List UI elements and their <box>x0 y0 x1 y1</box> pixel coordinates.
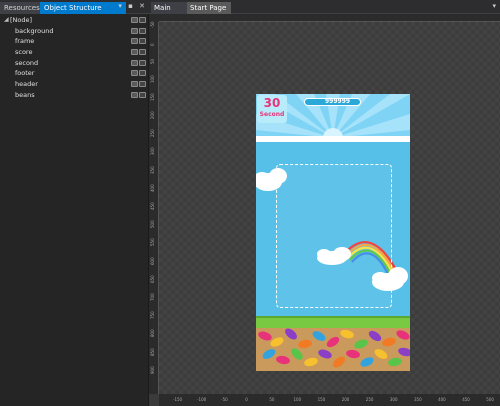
lock-icon[interactable] <box>139 81 146 88</box>
render-canvas[interactable]: 30 Second 999999 <box>159 22 500 394</box>
ruler-tick-label: -150 <box>173 397 183 402</box>
ruler-tick-label: 600 <box>150 256 155 265</box>
game-preview[interactable]: 30 Second 999999 <box>256 94 410 371</box>
ruler-tick-label: 250 <box>365 397 374 402</box>
tree-item-footer[interactable]: footer <box>0 68 149 79</box>
tab-resources[interactable]: Resources <box>0 2 40 14</box>
ruler-tick-label: -100 <box>197 397 207 402</box>
main-render-panel: Main Render Start Page ▾ -50 0 50 100 150 200… <box>149 0 500 406</box>
ruler-tick-label: 200 <box>150 111 155 119</box>
score-unit-label: Second <box>259 111 285 118</box>
top-score-value: 999999 <box>325 98 351 105</box>
score-display: 30 Second <box>257 95 287 123</box>
lock-icon[interactable] <box>139 27 146 34</box>
ruler-tick-label: -50 <box>221 397 228 402</box>
ruler-bottom: -150 -100 -50 0 50 100 150 200 250 300 350 400 450 50… <box>159 394 500 406</box>
ruler-tick-label: 300 <box>389 397 398 402</box>
tree-item-label: frame <box>15 37 35 46</box>
ruler-tick-label: 450 <box>150 202 155 210</box>
lock-icon[interactable] <box>139 70 146 77</box>
lock-icon[interactable] <box>139 49 146 56</box>
ruler-tick-label: 0 <box>150 43 155 47</box>
grass-strip <box>256 316 410 328</box>
ruler-tick-label: 500 <box>150 220 155 229</box>
object-structure-panel: Resources Object Structure ▾ ▪ ✕ ◢ [Node… <box>0 0 149 406</box>
tree-item-label: footer <box>15 69 35 78</box>
visibility-icon[interactable] <box>131 49 138 56</box>
visibility-icon[interactable] <box>131 27 138 34</box>
tree-item-score[interactable]: score <box>0 47 149 58</box>
game-header: 30 Second 999999 <box>256 94 410 142</box>
panel-controls[interactable]: ▾ ▪ ✕ <box>118 2 147 10</box>
ruler-tick-label: 850 <box>150 347 155 356</box>
tree-item-label: second <box>15 58 39 67</box>
ruler-tick-label: -50 <box>150 21 155 28</box>
visibility-icon[interactable] <box>131 70 138 77</box>
ruler-tick-label: 200 <box>341 397 350 402</box>
expand-arrow-icon[interactable]: ◢ <box>4 15 9 26</box>
top-score-bar: 999999 <box>304 98 361 106</box>
tree-item-second[interactable]: second <box>0 58 149 69</box>
main-tab-bar: Main Render Start Page ▾ <box>149 0 500 24</box>
editor-app: Resources Object Structure ▾ ▪ ✕ ◢ [Node… <box>0 0 500 406</box>
visibility-icon[interactable] <box>131 91 138 98</box>
ruler-tick-label: 550 <box>150 238 155 247</box>
ruler-tick-label: 450 <box>462 397 470 402</box>
visibility-icon[interactable] <box>131 81 138 88</box>
tree-item-frame[interactable]: frame <box>0 36 149 47</box>
ruler-left: -50 0 50 100 150 200 250 300 350 400 450 500 550 600 6… <box>149 21 159 394</box>
tab-object-structure[interactable]: Object Structure <box>40 2 126 14</box>
ruler-tick-label: 150 <box>150 93 155 101</box>
tree-root-label: [Node] <box>10 16 33 24</box>
ruler-tick-label: 0 <box>245 397 248 402</box>
visibility-icon[interactable] <box>131 17 138 23</box>
tree-root-node[interactable]: ◢ [Node] <box>0 15 149 26</box>
ruler-tick-label: 800 <box>150 329 155 338</box>
ruler-tick-label: 150 <box>317 397 326 402</box>
lock-icon[interactable] <box>139 17 146 23</box>
tab-main-render[interactable]: Main Render <box>151 2 187 24</box>
ruler-tick-label: 50 <box>150 59 155 65</box>
ruler-tick-label: 900 <box>150 366 155 374</box>
tree-item-beans[interactable]: beans <box>0 90 149 101</box>
ruler-tick-label: 400 <box>438 397 446 402</box>
ruler-top <box>159 14 500 22</box>
ruler-tick-label: 100 <box>150 74 155 83</box>
ruler-tick-label: 750 <box>150 311 155 320</box>
play-frame[interactable] <box>276 164 392 308</box>
ruler-tick-label: 350 <box>150 165 155 174</box>
lock-icon[interactable] <box>139 91 146 98</box>
tree-item-label: background <box>15 26 54 35</box>
visibility-icon[interactable] <box>131 38 138 45</box>
ruler-tick-label: 650 <box>150 275 155 283</box>
ruler-tick-label: 250 <box>150 129 155 138</box>
left-tab-bar: Resources Object Structure ▾ ▪ ✕ <box>0 0 149 14</box>
ruler-tick-label: 500 <box>486 397 494 402</box>
score-value: 30 <box>263 96 281 110</box>
object-tree: ◢ [Node] background frame score second f… <box>0 15 149 101</box>
ruler-tick-label: 400 <box>150 184 155 192</box>
tab-start-page[interactable]: Start Page <box>187 2 231 14</box>
ruler-tick-label: 100 <box>293 397 302 402</box>
lock-icon[interactable] <box>139 59 146 66</box>
ruler-tick-label: 700 <box>150 293 155 301</box>
game-footer <box>256 316 410 371</box>
tree-item-background[interactable]: background <box>0 26 149 37</box>
tree-item-header[interactable]: header <box>0 79 149 90</box>
tree-item-label: beans <box>15 90 35 99</box>
tree-item-label: score <box>15 48 33 57</box>
tree-item-label: header <box>15 80 38 89</box>
ruler-tick-label: 300 <box>150 147 155 156</box>
visibility-icon[interactable] <box>131 59 138 66</box>
ruler-tick-label: 50 <box>269 397 275 402</box>
ruler-tick-label: 350 <box>414 397 422 402</box>
lock-icon[interactable] <box>139 38 146 45</box>
tab-dropdown-icon[interactable]: ▾ <box>492 2 496 10</box>
